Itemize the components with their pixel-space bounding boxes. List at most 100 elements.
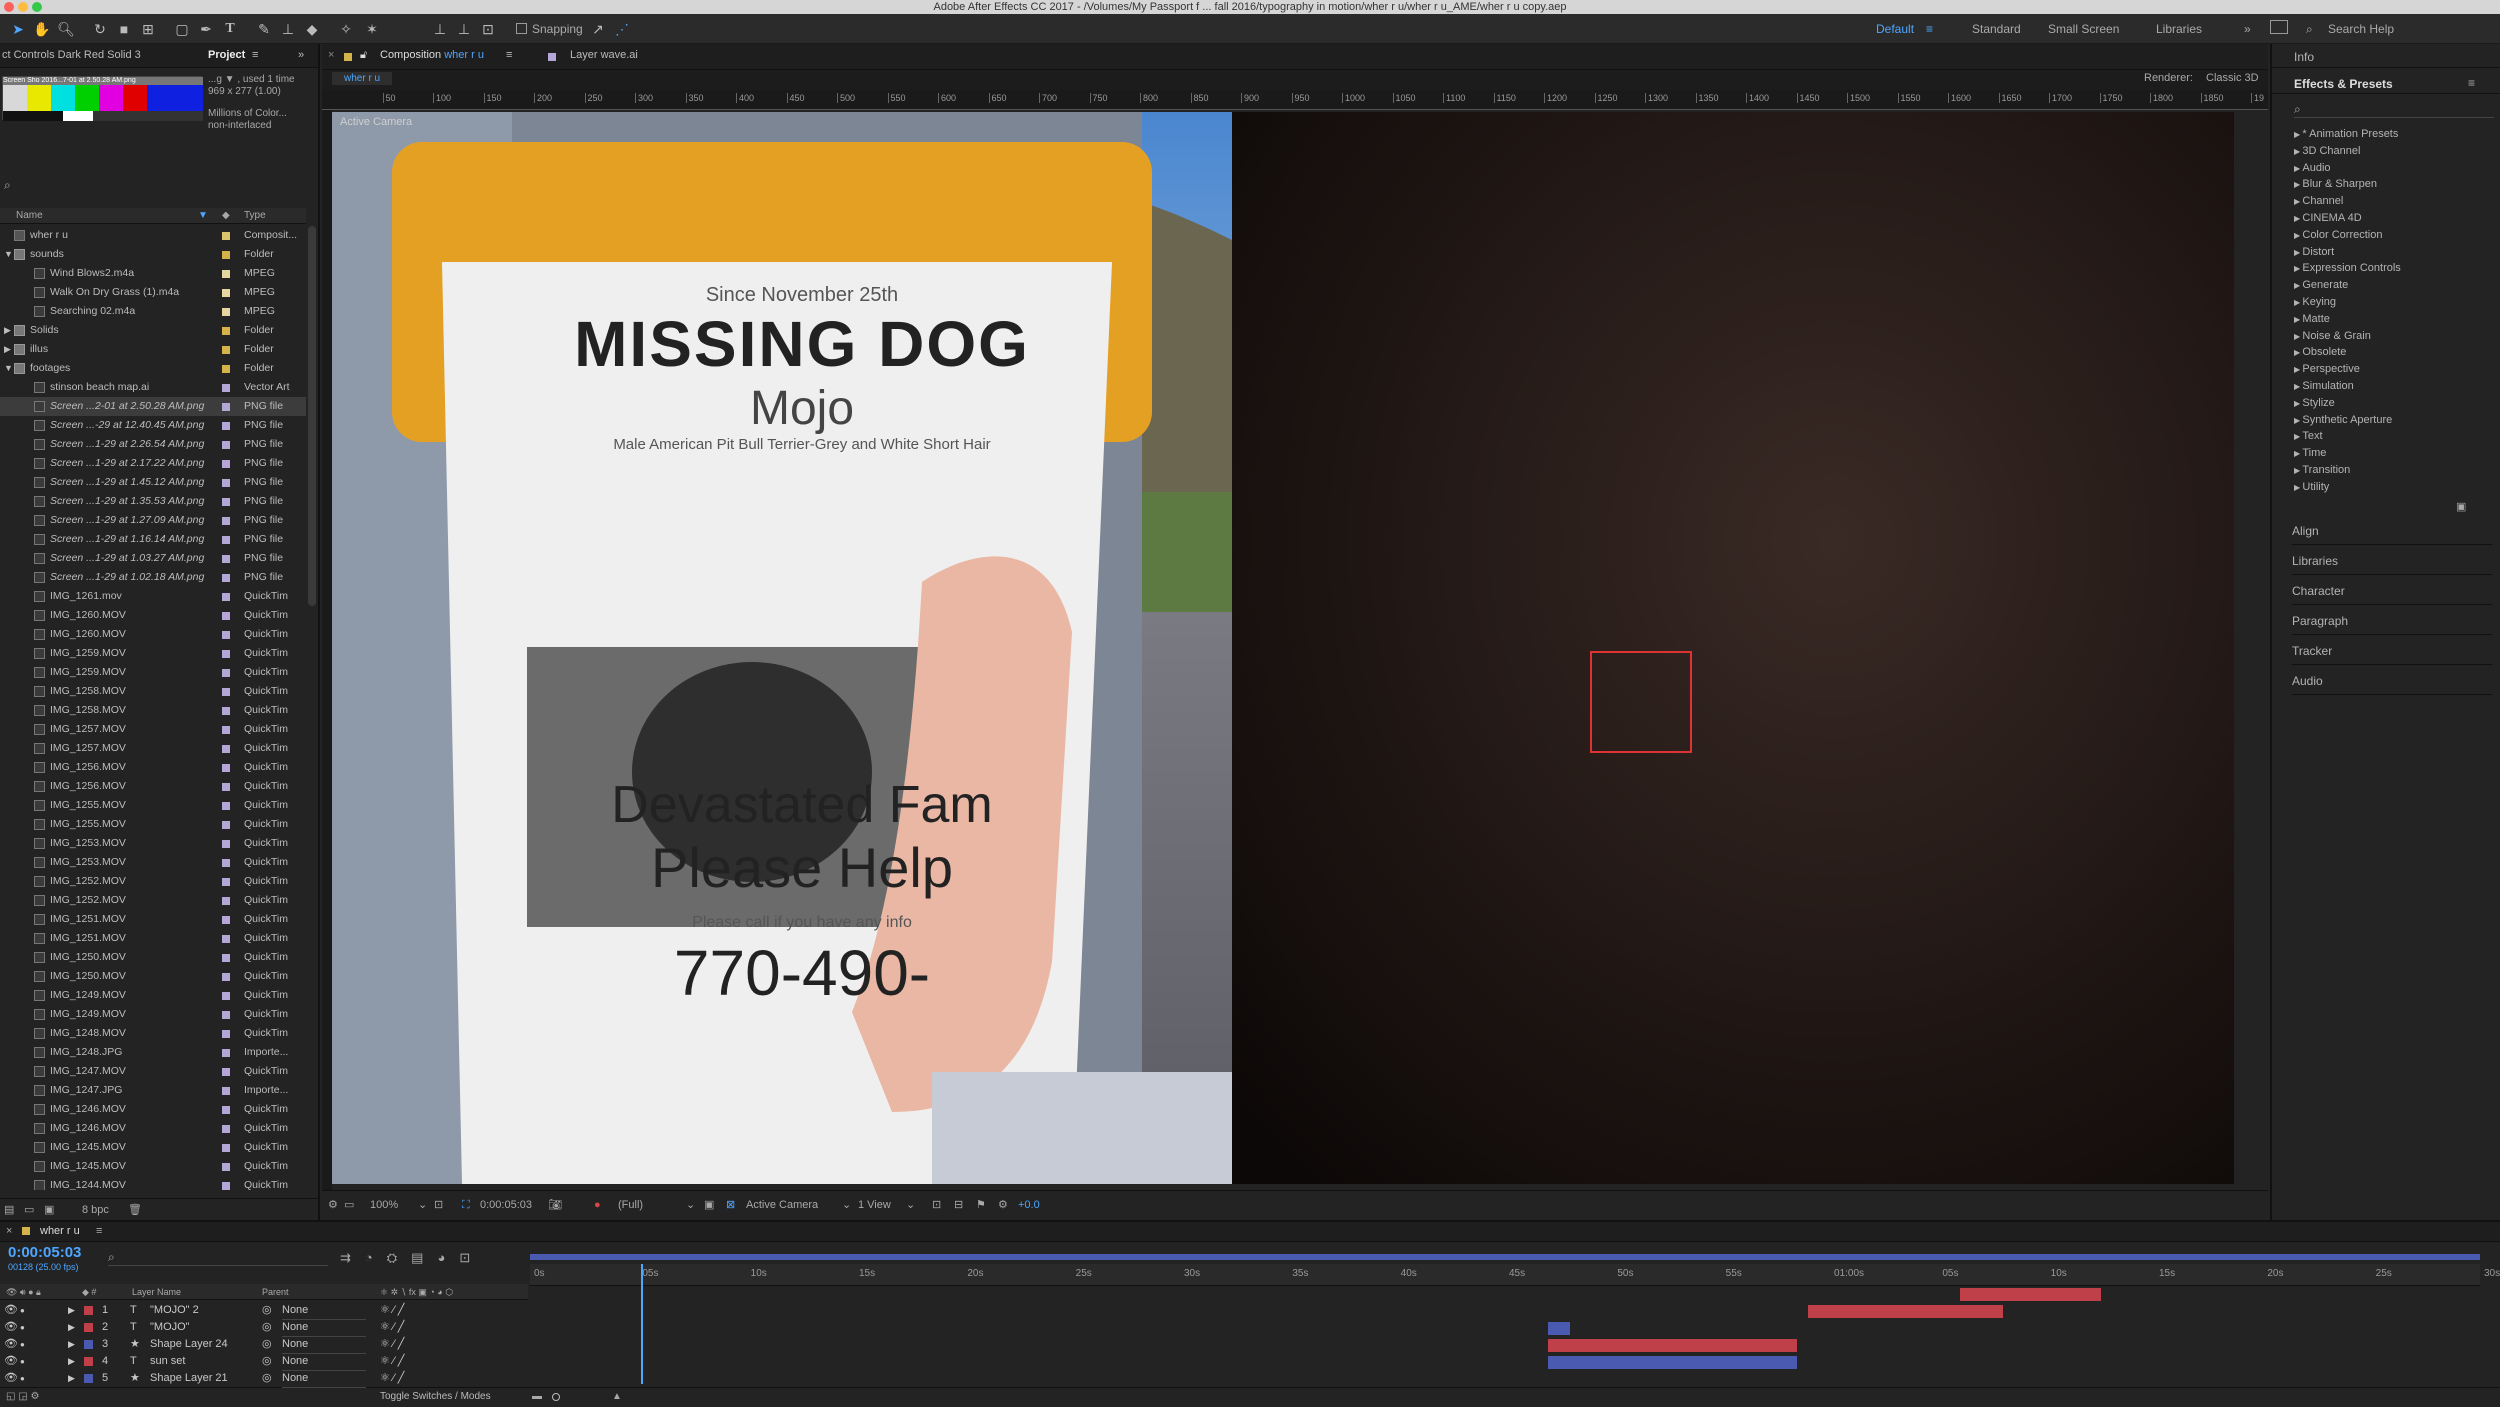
project-item[interactable]: wher r u Composit... [0,226,306,245]
label-color-swatch[interactable] [222,612,230,620]
effects-category[interactable]: ▶ Matte [2294,313,2330,325]
expand-layer-icon[interactable]: ▶ [68,1319,75,1336]
label-color-swatch[interactable] [222,308,230,316]
project-item[interactable]: IMG_1256.MOV QuickTim [0,758,306,777]
layer-switches[interactable]: ⚛ ⁄ ╱ [380,1336,404,1353]
label-column-icon[interactable]: ◆ [222,208,230,224]
project-item[interactable]: IMG_1246.MOV QuickTim [0,1119,306,1138]
project-item[interactable]: Screen ...1-29 at 1.45.12 AM.png PNG file [0,473,306,492]
parent-dropdown[interactable]: None [282,1370,366,1388]
parent-column[interactable]: Parent [262,1284,289,1300]
project-item[interactable]: IMG_1256.MOV QuickTim [0,777,306,796]
effects-category[interactable]: ▶ Synthetic Aperture [2294,414,2392,426]
layer-switches[interactable]: ⚛ ⁄ ╱ [380,1302,404,1319]
zoom-tool-icon[interactable]: 🔍︎ [56,19,76,39]
pick-whip-icon[interactable]: ◎ [262,1302,272,1319]
project-item[interactable]: Screen ...1-29 at 1.35.53 AM.png PNG file [0,492,306,511]
minimize-window-button[interactable] [18,2,28,12]
effects-category[interactable]: ▶ Time [2294,447,2326,459]
timeline-tab[interactable]: wher r u [40,1225,80,1237]
camera-dropdown[interactable]: Active Camera [746,1191,818,1219]
disclosure-open-icon[interactable]: ▼ [4,245,13,264]
motion-blur-icon[interactable]: ◕ [437,1250,459,1265]
effects-category[interactable]: ▶ Audio [2294,162,2331,174]
workspace-default[interactable]: Default [1876,22,1914,36]
fast-previews-icon[interactable]: ▣ [704,1191,714,1219]
label-color-swatch[interactable] [222,1182,230,1190]
label-color-swatch[interactable] [222,498,230,506]
effects-category[interactable]: ▶ Utility [2294,481,2329,493]
label-color-swatch[interactable] [222,973,230,981]
effects-category[interactable]: ▶ Simulation [2294,380,2354,392]
project-item[interactable]: IMG_1248.MOV QuickTim [0,1024,306,1043]
solo-icon[interactable]: ● [20,1353,25,1370]
label-color-swatch[interactable] [222,441,230,449]
eye-icon[interactable]: 👁︎ [4,1319,18,1336]
layer-name[interactable]: sun set [150,1353,185,1370]
timeline-layer-row[interactable]: 👁︎ ● ▶ 4 Tsun set ◎ None ⚛ ⁄ ╱ [0,1353,520,1371]
effects-category[interactable]: ▶ Keying [2294,296,2336,308]
magnification-dropdown[interactable]: 100% [370,1191,398,1219]
project-item[interactable]: IMG_1247.JPG Importe... [0,1081,306,1100]
effects-category[interactable]: ▶ Text [2294,430,2323,442]
effects-menu-icon[interactable]: ≡ [2468,76,2475,90]
project-item[interactable]: IMG_1252.MOV QuickTim [0,872,306,891]
timeline-menu-icon[interactable]: ≡ [96,1225,102,1237]
time-ruler[interactable]: 0s 05s 10s 15s 20s 25s 30s 35s 40s 45s 50s 55s 01:00… [530,1264,2500,1286]
project-item[interactable]: IMG_1245.MOV QuickTim [0,1157,306,1176]
rectangle-tool-icon[interactable]: ▢ [172,19,192,39]
project-scrollbar[interactable] [308,226,316,606]
label-color-swatch[interactable] [222,289,230,297]
exposure-value[interactable]: +0.0 [1018,1191,1040,1219]
layer-label-swatch[interactable] [84,1340,93,1349]
layer-duration-bar[interactable] [1548,1356,1798,1369]
label-color-swatch[interactable] [222,878,230,886]
region-of-interest-icon[interactable]: ⛶ [462,1191,470,1219]
label-color-swatch[interactable] [222,821,230,829]
project-item[interactable]: Screen ...1-29 at 1.02.18 AM.png PNG file [0,568,306,587]
toggle-switches-icon[interactable]: ⊟ [954,1191,963,1219]
transparency-grid-icon[interactable]: ⊠ [726,1191,735,1219]
bit-depth-label[interactable]: 8 bpc [82,1199,109,1221]
current-time-field[interactable]: 0:00:05:03 [480,1191,532,1219]
label-color-swatch[interactable] [222,346,230,354]
label-color-swatch[interactable] [222,460,230,468]
effects-category[interactable]: ▶ * Animation Presets [2294,128,2398,140]
label-color-swatch[interactable] [222,935,230,943]
workspace-small-screen[interactable]: Small Screen [2048,22,2119,36]
label-color-swatch[interactable] [222,1163,230,1171]
layer-duration-bar[interactable] [1548,1322,1570,1335]
timeline-search-input[interactable]: ⌕ [108,1250,328,1266]
timeline-layer-row[interactable]: 👁︎ ● ▶ 5 ★ Shape Layer 21 ◎ None ⚛ ⁄ ╱ [0,1370,520,1388]
puppet-pin-tool-icon[interactable]: ✶ [362,19,382,39]
project-item[interactable]: IMG_1252.MOV QuickTim [0,891,306,910]
label-color-swatch[interactable] [222,593,230,601]
column-name[interactable]: Name [16,208,43,224]
project-item[interactable]: IMG_1259.MOV QuickTim [0,644,306,663]
effects-category[interactable]: ▶ Obsolete [2294,346,2346,358]
pick-whip-icon[interactable]: ◎ [262,1353,272,1370]
workspace-menu-icon[interactable]: ≡ [1926,22,1933,36]
effects-category[interactable]: ▶ Color Correction [2294,229,2382,241]
expand-layer-icon[interactable]: ▶ [68,1370,75,1387]
tab-effect-controls[interactable]: ct Controls Dark Red Solid 3 [2,49,141,61]
project-item[interactable]: IMG_1244.MOV QuickTim [0,1176,306,1190]
layer-label-swatch[interactable] [84,1357,93,1366]
zoom-in-icon[interactable]: ▲ [612,1388,622,1406]
layer-label-swatch[interactable] [84,1306,93,1315]
panel-libraries[interactable]: Libraries [2292,554,2492,575]
expand-layer-icon[interactable]: ▶ [68,1302,75,1319]
project-item[interactable]: IMG_1250.MOV QuickTim [0,948,306,967]
timeline-layer-row[interactable]: 👁︎ ● ▶ 1 T "MOJO" 2 ◎ None ⚛ ⁄ ╱ [0,1302,520,1320]
eye-icon[interactable]: 👁︎ [4,1302,18,1319]
project-item[interactable]: Searching 02.m4a MPEG [0,302,306,321]
rotate-tool-icon[interactable]: ↻ [90,19,110,39]
label-color-swatch[interactable] [222,726,230,734]
project-item[interactable]: Walk On Dry Grass (1).m4a MPEG [0,283,306,302]
solo-icon[interactable]: ● [20,1319,25,1336]
project-search-field[interactable]: ⌕ [4,178,304,194]
label-color-swatch[interactable] [222,251,230,259]
parent-dropdown[interactable]: None [282,1319,366,1337]
project-item[interactable]: IMG_1257.MOV QuickTim [0,720,306,739]
layer-duration-bar[interactable] [1548,1339,1798,1352]
